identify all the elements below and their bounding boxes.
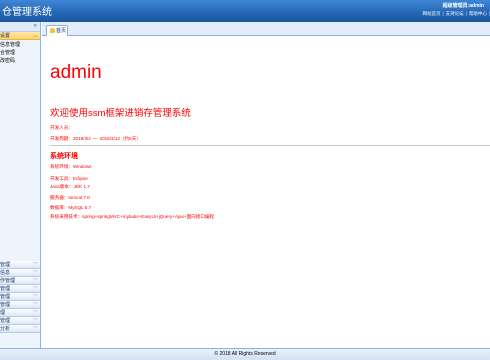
lightbulb-icon	[50, 28, 55, 33]
double-chevron-left-icon[interactable]: «	[34, 23, 37, 29]
username: admin	[469, 3, 484, 9]
env-item-ide: 开发工具：Eclipse	[50, 176, 88, 181]
sidebar-group-label: 信息	[0, 270, 11, 276]
sidebar-group-body: 信息管理 合管理 改密码	[0, 40, 40, 65]
footer: © 2018 All Rights Reserved	[0, 348, 490, 360]
sidebar-group-1[interactable]: 管理 ﹀	[0, 261, 40, 269]
env-heading: 系统环境	[50, 153, 78, 160]
chevron-down-icon: ﹀	[32, 294, 38, 300]
sidebar-group-label: 分析	[0, 326, 11, 332]
env-item-server: 服务器：tomcat 7.0	[50, 195, 90, 200]
sidebar-group-8[interactable]: 管理 ﹀	[0, 317, 40, 325]
sidebar-group-5[interactable]: 管理 ﹀	[0, 293, 40, 301]
sidebar-group-3[interactable]: 作管理 ﹀	[0, 277, 40, 285]
sidebar-group-label: 管理	[0, 318, 11, 324]
sidebar-group-7[interactable]: 理 ﹀	[0, 309, 40, 317]
welcome-heading: 欢迎使用ssm框架进销存管理系统	[50, 108, 191, 119]
chevron-down-icon: ﹀	[32, 270, 38, 276]
sidebar-group-label: 作管理	[0, 278, 16, 284]
chevron-down-icon: ﹀	[32, 302, 38, 308]
sidebar-group-label: 理	[0, 310, 6, 316]
sidebar-item-info-manage[interactable]: 信息管理	[0, 41, 40, 49]
chevron-down-icon: ﹀	[32, 318, 38, 324]
sidebar-group-label: 管理	[0, 294, 11, 300]
chevron-down-icon: ﹀	[32, 326, 38, 332]
env-item-database: 数据库：MySQL 5.7	[50, 205, 92, 210]
dev-period-line: 开发周期：2018/3/4 ---- 2018/3/12（约8天）	[50, 136, 141, 141]
link-support-forum[interactable]: 支持论坛	[444, 11, 466, 16]
sidebar-group-settings[interactable]: 设置 ︿	[0, 32, 40, 40]
chevron-down-icon: ﹀	[32, 262, 38, 268]
welcome-user: 超级管理员:admin	[443, 2, 484, 9]
app-header: 仓管理系统 超级管理员:admin 网站首页 | 支持论坛 | 帮助中心 |	[0, 0, 490, 22]
sidebar-group-4[interactable]: 管理 ﹀	[0, 285, 40, 293]
sidebar: « 设置 ︿ 信息管理 合管理 改密码 管理 ﹀ 信息 ﹀ 作管理 ﹀ 管理 ﹀ 管理 ﹀…	[0, 22, 41, 348]
env-item-os: 系统环境：Windows	[50, 164, 92, 169]
app-title: 仓管理系统	[2, 7, 52, 18]
sidebar-item-change-password[interactable]: 改密码	[0, 57, 40, 65]
env-item-tech: 系统采用技术：spring+springMVC+mybatis+EasyUI+j…	[50, 214, 215, 219]
sidebar-group-label: 管理	[0, 302, 11, 308]
chevron-down-icon: ﹀	[32, 310, 38, 316]
sidebar-group-label: 管理	[0, 286, 11, 292]
welcome-prefix: 超级管理员:	[442, 3, 470, 9]
env-item-java: Java版本：JDK 1.7	[50, 184, 90, 189]
sidebar-title-bar: «	[0, 22, 40, 32]
sidebar-group-label: 设置	[0, 33, 11, 39]
tab-bar: 首页	[42, 22, 490, 36]
sidebar-group-9[interactable]: 分析 ﹀	[0, 325, 40, 333]
sidebar-group-2[interactable]: 信息 ﹀	[0, 269, 40, 277]
divider	[50, 145, 490, 146]
tab-home[interactable]: 首页	[46, 25, 68, 36]
copyright-text: © 2018 All Rights Reserved	[214, 351, 276, 357]
sidebar-group-6[interactable]: 管理 ﹀	[0, 301, 40, 309]
chevron-down-icon: ﹀	[32, 286, 38, 292]
developer-line: 开发人员：	[50, 125, 73, 130]
main-content: admin 欢迎使用ssm框架进销存管理系统 开发人员： 开发周期：2018/3…	[42, 37, 490, 348]
link-help-center[interactable]: 帮助中心	[467, 11, 489, 16]
chevron-up-icon: ︿	[32, 33, 38, 39]
tab-label: 首页	[56, 28, 67, 34]
link-home-site[interactable]: 网站首页	[420, 11, 442, 16]
sidebar-group-label: 管理	[0, 262, 11, 268]
sidebar-item-contract-manage[interactable]: 合管理	[0, 49, 40, 57]
user-heading: admin	[50, 62, 102, 83]
chevron-down-icon: ﹀	[32, 278, 38, 284]
top-links: 网站首页 | 支持论坛 | 帮助中心 |	[420, 11, 490, 16]
